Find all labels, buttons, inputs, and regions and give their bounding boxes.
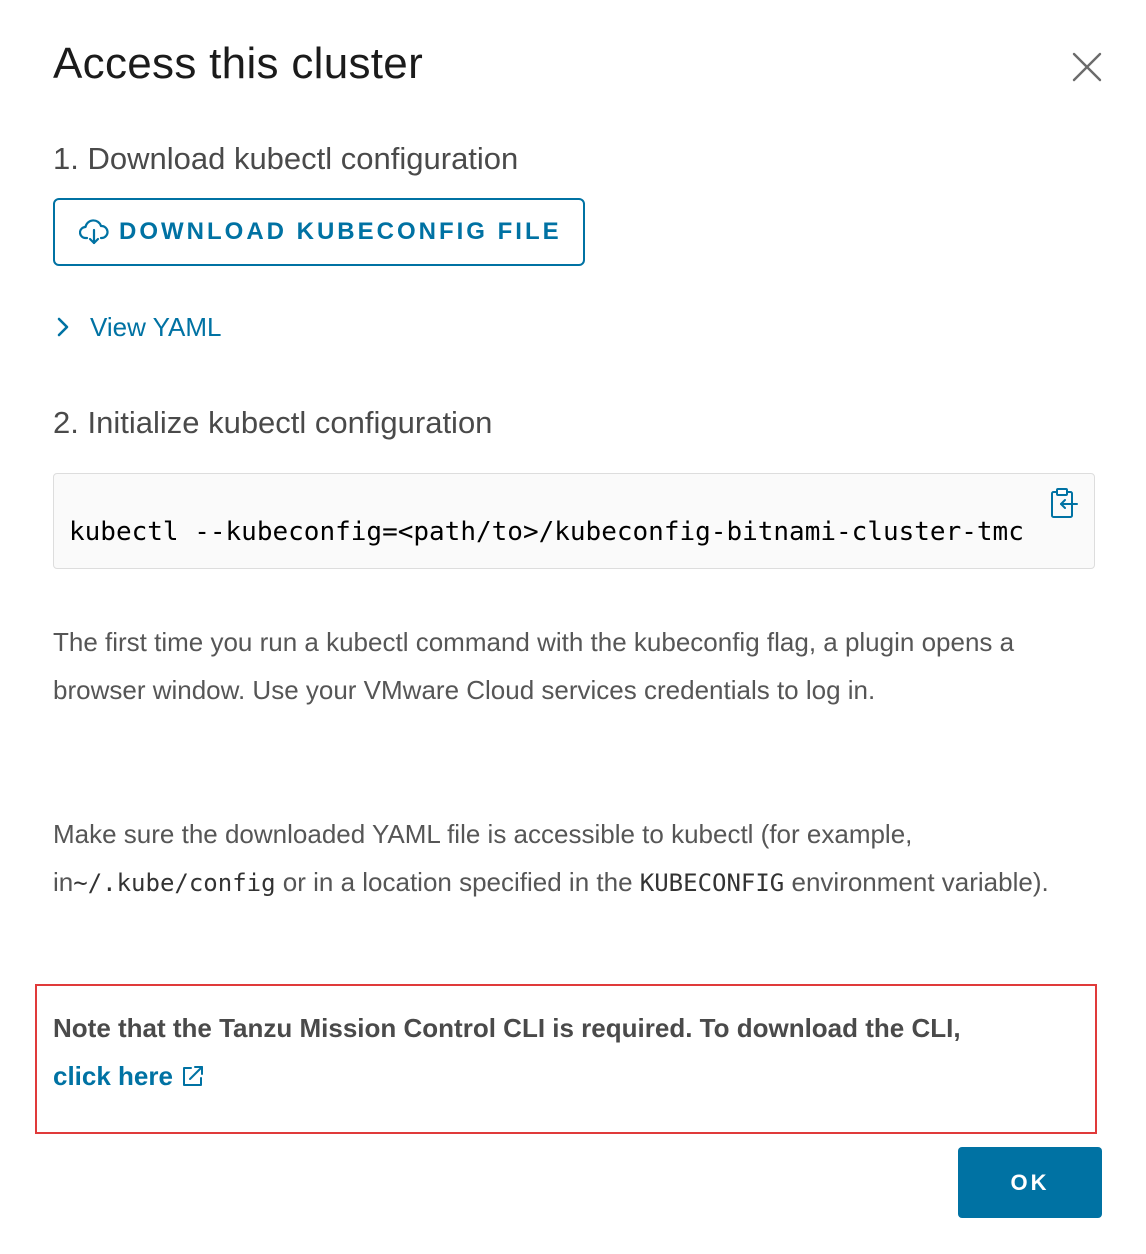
view-yaml-toggle[interactable]: View YAML — [56, 309, 222, 345]
plugin-info-paragraph: The first time you run a kubectl command… — [53, 627, 1015, 705]
copy-to-clipboard-icon — [1051, 488, 1078, 518]
dialog-title: Access this cluster — [53, 39, 424, 88]
close-icon — [1072, 52, 1102, 82]
copy-command-button[interactable] — [1049, 486, 1081, 520]
cli-required-note: Note that the Tanzu Mission Control CLI … — [35, 984, 1097, 1134]
yaml-location-paragraph: Make sure the downloaded YAML file is ac… — [53, 810, 1103, 907]
yaml-location-text-after: environment variable). — [784, 867, 1049, 897]
external-link-icon — [182, 1066, 203, 1086]
access-cluster-dialog: Access this cluster 1. Download kubectl … — [0, 0, 1146, 1254]
cli-download-link[interactable]: click here — [53, 1061, 205, 1091]
close-button[interactable] — [1066, 46, 1108, 88]
command-code-block: kubectl --kubeconfig=<path/to>/kubeconfi… — [53, 473, 1095, 569]
cloud-download-icon — [79, 219, 109, 245]
kube-config-path: ~/.kube/config — [73, 869, 276, 897]
ok-button[interactable]: OK — [958, 1147, 1102, 1218]
step1-heading: 1. Download kubectl configuration — [53, 141, 519, 176]
kubectl-command: kubectl --kubeconfig=<path/to>/kubeconfi… — [69, 517, 1024, 547]
kubeconfig-env-var: KUBECONFIG — [639, 869, 785, 897]
yaml-location-text-middle: or in a location specified in the — [275, 867, 640, 897]
view-yaml-label: View YAML — [90, 312, 222, 342]
chevron-right-icon — [57, 317, 69, 337]
download-kubeconfig-button[interactable]: DOWNLOAD KUBECONFIG FILE — [53, 198, 585, 266]
download-kubeconfig-label: DOWNLOAD KUBECONFIG FILE — [119, 218, 562, 245]
step2-heading: 2. Initialize kubectl configuration — [53, 405, 493, 440]
cli-download-link-label: click here — [53, 1061, 173, 1091]
cli-note-message: Note that the Tanzu Mission Control CLI … — [53, 1013, 961, 1043]
cli-note-text: Note that the Tanzu Mission Control CLI … — [53, 1004, 1083, 1100]
